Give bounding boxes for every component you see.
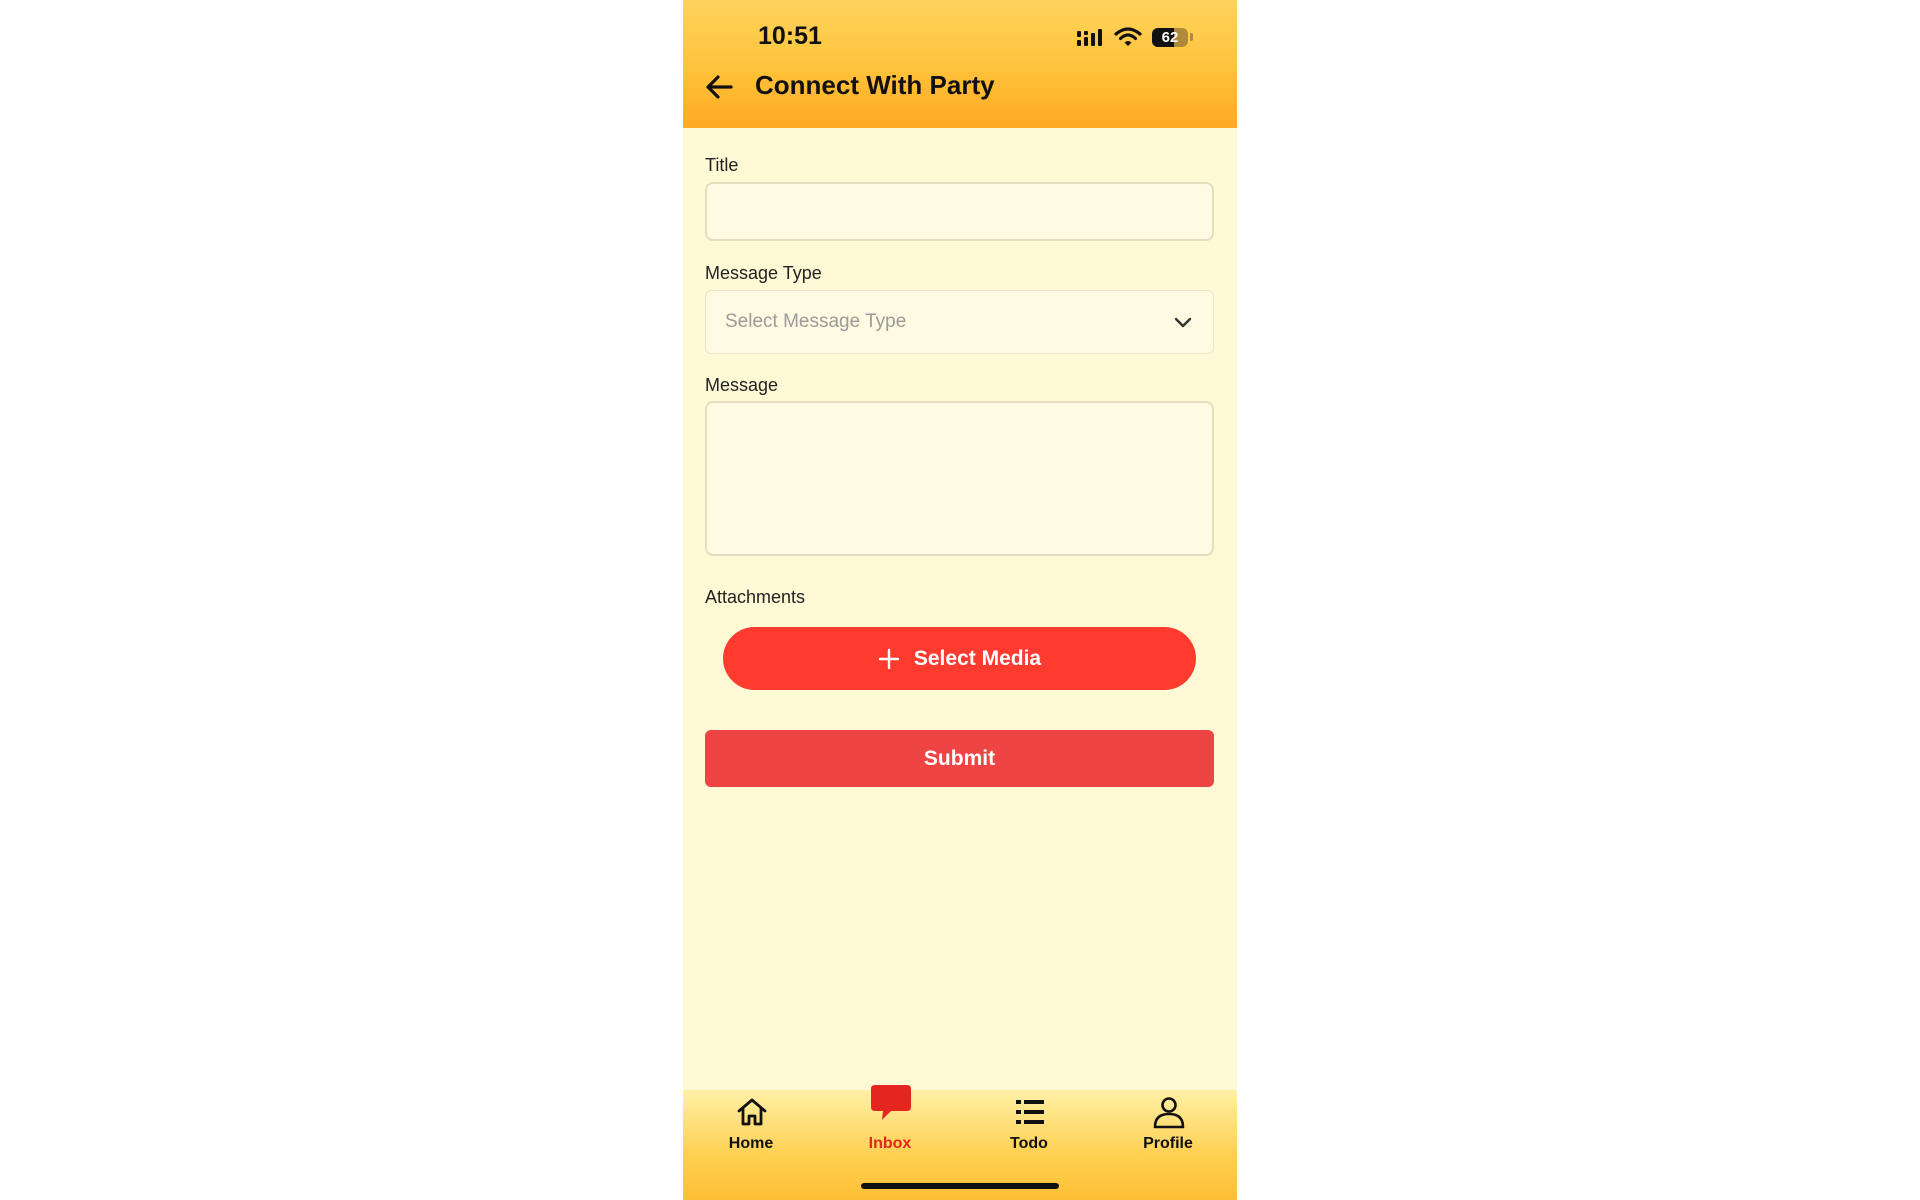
message-label: Message bbox=[705, 375, 779, 395]
submit-label: Submit bbox=[923, 746, 996, 770]
message-type-label: Message Type bbox=[705, 263, 822, 283]
wifi-icon bbox=[1114, 27, 1142, 46]
message-type-select[interactable]: Select Message Type bbox=[705, 290, 1214, 354]
nav-item-inbox[interactable]: Inbox bbox=[840, 1085, 940, 1190]
battery-percent: 62 bbox=[1161, 28, 1179, 46]
list-icon bbox=[1016, 1100, 1044, 1124]
nav-label-todo: Todo bbox=[1010, 1135, 1048, 1152]
message-type-placeholder: Select Message Type bbox=[725, 311, 907, 332]
submit-button[interactable]: Submit bbox=[705, 730, 1214, 787]
back-arrow-icon[interactable] bbox=[703, 70, 737, 104]
page-title: Connect With Party bbox=[755, 70, 995, 100]
app-header: 10:51 62 Connect With Party bbox=[683, 0, 1237, 128]
battery-indicator: 62 bbox=[1152, 27, 1188, 47]
home-icon bbox=[737, 1098, 767, 1126]
chevron-down-icon bbox=[1174, 317, 1192, 328]
select-media-button[interactable]: Select Media bbox=[723, 627, 1196, 690]
title-label: Title bbox=[705, 155, 739, 175]
nav-label-home: Home bbox=[728, 1135, 774, 1152]
chat-bubble-icon bbox=[871, 1085, 911, 1120]
message-textarea[interactable] bbox=[705, 401, 1214, 556]
cellular-signal-icon bbox=[1077, 29, 1102, 46]
home-indicator bbox=[861, 1183, 1059, 1189]
status-time: 10:51 bbox=[758, 22, 822, 50]
nav-item-todo[interactable]: Todo bbox=[979, 1090, 1079, 1190]
select-media-label: Select Media bbox=[913, 646, 1042, 670]
nav-label-inbox: Inbox bbox=[868, 1135, 912, 1152]
nav-label-profile: Profile bbox=[1143, 1135, 1193, 1152]
plus-icon bbox=[878, 648, 900, 669]
status-icons: 62 bbox=[1076, 26, 1193, 48]
battery-cap bbox=[1190, 33, 1193, 41]
nav-item-home[interactable]: Home bbox=[701, 1090, 801, 1190]
attachments-label: Attachments bbox=[705, 587, 806, 607]
title-input[interactable] bbox=[705, 182, 1214, 241]
phone-screen: 10:51 62 Connect With Party Title Messag… bbox=[683, 0, 1237, 1200]
person-icon bbox=[1153, 1097, 1185, 1129]
nav-item-profile[interactable]: Profile bbox=[1118, 1090, 1218, 1190]
